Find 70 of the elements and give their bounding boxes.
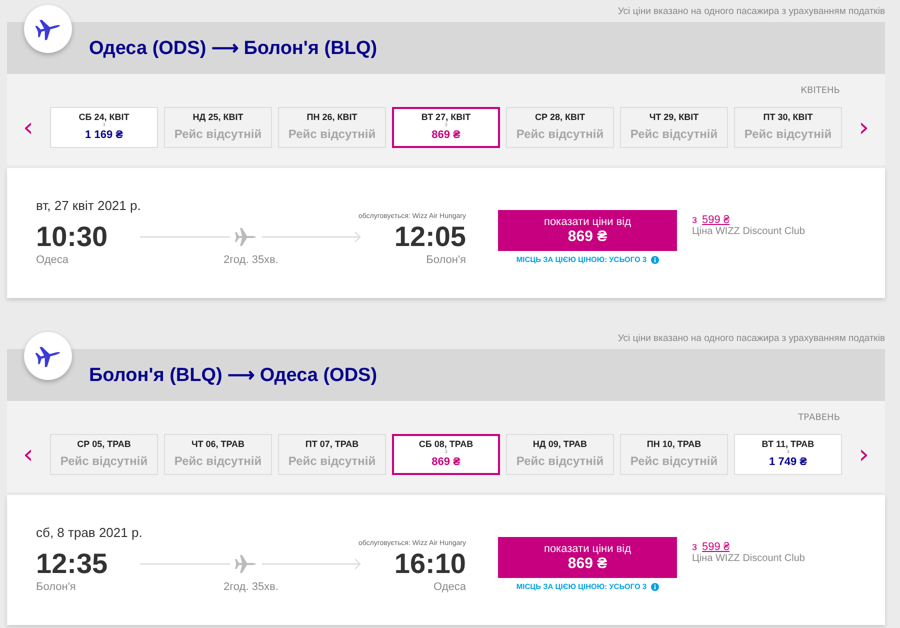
route-title: Болон'я (BLQ) ⟶ Одеса (ODS): [89, 364, 378, 387]
date-label: ПН 26, КВІТ: [306, 112, 358, 122]
arrival-time: 16:10: [394, 547, 466, 581]
next-dates-button[interactable]: ›: [856, 442, 871, 468]
no-flight-label: Рейс відсутній: [516, 454, 604, 468]
flight-duration: 2год. 35хв.: [224, 581, 278, 593]
price-note: Усі ціни вказано на одного пасажира з урахуванням податків: [618, 6, 885, 16]
no-flight-label: Рейс відсутній: [744, 127, 832, 141]
date-card[interactable]: СР 28, КВІТ Рейс відсутній: [506, 107, 614, 148]
fare-price: 1 749 ₴: [769, 456, 807, 468]
no-flight-label: Рейс відсутній: [630, 127, 718, 141]
no-flight-label: Рейс відсутній: [288, 127, 376, 141]
no-flight-label: Рейс відсутній: [630, 454, 718, 468]
next-dates-button[interactable]: ›: [856, 114, 871, 140]
date-card[interactable]: ПН 26, КВІТ Рейс відсутній: [278, 107, 386, 148]
show-prices-button[interactable]: показати ціни від 869 ₴: [498, 210, 677, 251]
date-card[interactable]: ЧТ 29, КВІТ Рейс відсутній: [620, 107, 728, 148]
date-label: НД 09, ТРАВ: [532, 439, 588, 449]
club-price-label: Ціна WIZZ Discount Club: [692, 553, 805, 564]
departure-time: 10:30: [36, 220, 108, 254]
date-card[interactable]: ПТ 30, КВІТ Рейс відсутній: [734, 107, 842, 148]
date-label: СБ 08, ТРАВ: [418, 439, 474, 449]
arrival-city: Одеса: [434, 581, 466, 593]
date-label: СР 28, КВІТ: [534, 112, 585, 122]
date-card[interactable]: НД 25, КВІТ Рейс відсутній: [164, 107, 272, 148]
date-card[interactable]: ПН 10, ТРАВ Рейс відсутній: [620, 434, 728, 475]
arrival-time: 12:05: [394, 220, 466, 254]
date-label: ПТ 30, КВІТ: [763, 112, 813, 122]
date-label: ПТ 07, ТРАВ: [305, 439, 359, 449]
info-icon[interactable]: [650, 582, 659, 590]
price-note: Усі ціни вказано на одного пасажира з урахуванням податків: [618, 332, 885, 344]
month-label: ТРАВЕНЬ: [798, 413, 840, 425]
plane-logo-icon: [24, 332, 72, 380]
date-label: НД 25, КВІТ: [192, 112, 244, 122]
flight-date: вт, 27 квіт 2021 р.: [36, 198, 142, 213]
no-flight-label: Рейс відсутній: [60, 454, 148, 468]
fare-price: 1 169 ₴: [85, 129, 123, 141]
plane-logo-icon: [24, 5, 72, 53]
date-card[interactable]: НД 09, ТРАВ Рейс відсутній: [506, 434, 614, 475]
date-label: ПН 10, ТРАВ: [646, 439, 702, 449]
departure-city: Болон'я: [36, 581, 77, 593]
club-price-label: Ціна WIZZ Discount Club: [692, 226, 805, 237]
date-label: СБ 24, КВІТ: [78, 112, 130, 122]
date-label: ВТ 27, КВІТ: [421, 112, 471, 122]
date-label: ЧТ 06, ТРАВ: [191, 439, 245, 449]
previous-dates-button[interactable]: ‹: [21, 114, 36, 140]
route-title: Одеса (ODS) ⟶ Болон'я (BLQ): [89, 37, 378, 60]
flight-date: сб, 8 трав 2021 р.: [36, 525, 144, 540]
date-card[interactable]: ПТ 07, ТРАВ Рейс відсутній: [278, 434, 386, 475]
date-card[interactable]: СР 05, ТРАВ Рейс відсутній: [50, 434, 158, 475]
no-flight-label: Рейс відсутній: [174, 127, 262, 141]
departure-city: Одеса: [36, 254, 70, 266]
club-price-link[interactable]: з 599 ₴: [692, 214, 805, 226]
date-label: ЧТ 29, КВІТ: [649, 112, 699, 122]
club-price-link[interactable]: з 599 ₴: [692, 541, 805, 553]
info-icon[interactable]: [650, 256, 659, 264]
no-flight-label: Рейс відсутній: [288, 454, 376, 468]
departure-time: 12:35: [36, 547, 108, 581]
month-label: КВІТЕНЬ: [800, 86, 840, 98]
date-label: ВТ 11, ТРАВ: [762, 439, 814, 449]
previous-dates-button[interactable]: ‹: [21, 442, 36, 468]
fare-price: 869 ₴: [432, 129, 460, 141]
fare-price: 869 ₴: [432, 456, 460, 468]
no-flight-label: Рейс відсутній: [174, 454, 262, 468]
date-card[interactable]: ЧТ 06, ТРАВ Рейс відсутній: [164, 434, 272, 475]
flight-duration: 2год. 35хв.: [224, 254, 278, 266]
show-prices-button[interactable]: показати ціни від 869 ₴: [498, 537, 677, 578]
no-flight-label: Рейс відсутній: [516, 127, 604, 141]
date-label: СР 05, ТРАВ: [77, 439, 131, 449]
arrival-city: Болон'я: [426, 254, 466, 266]
